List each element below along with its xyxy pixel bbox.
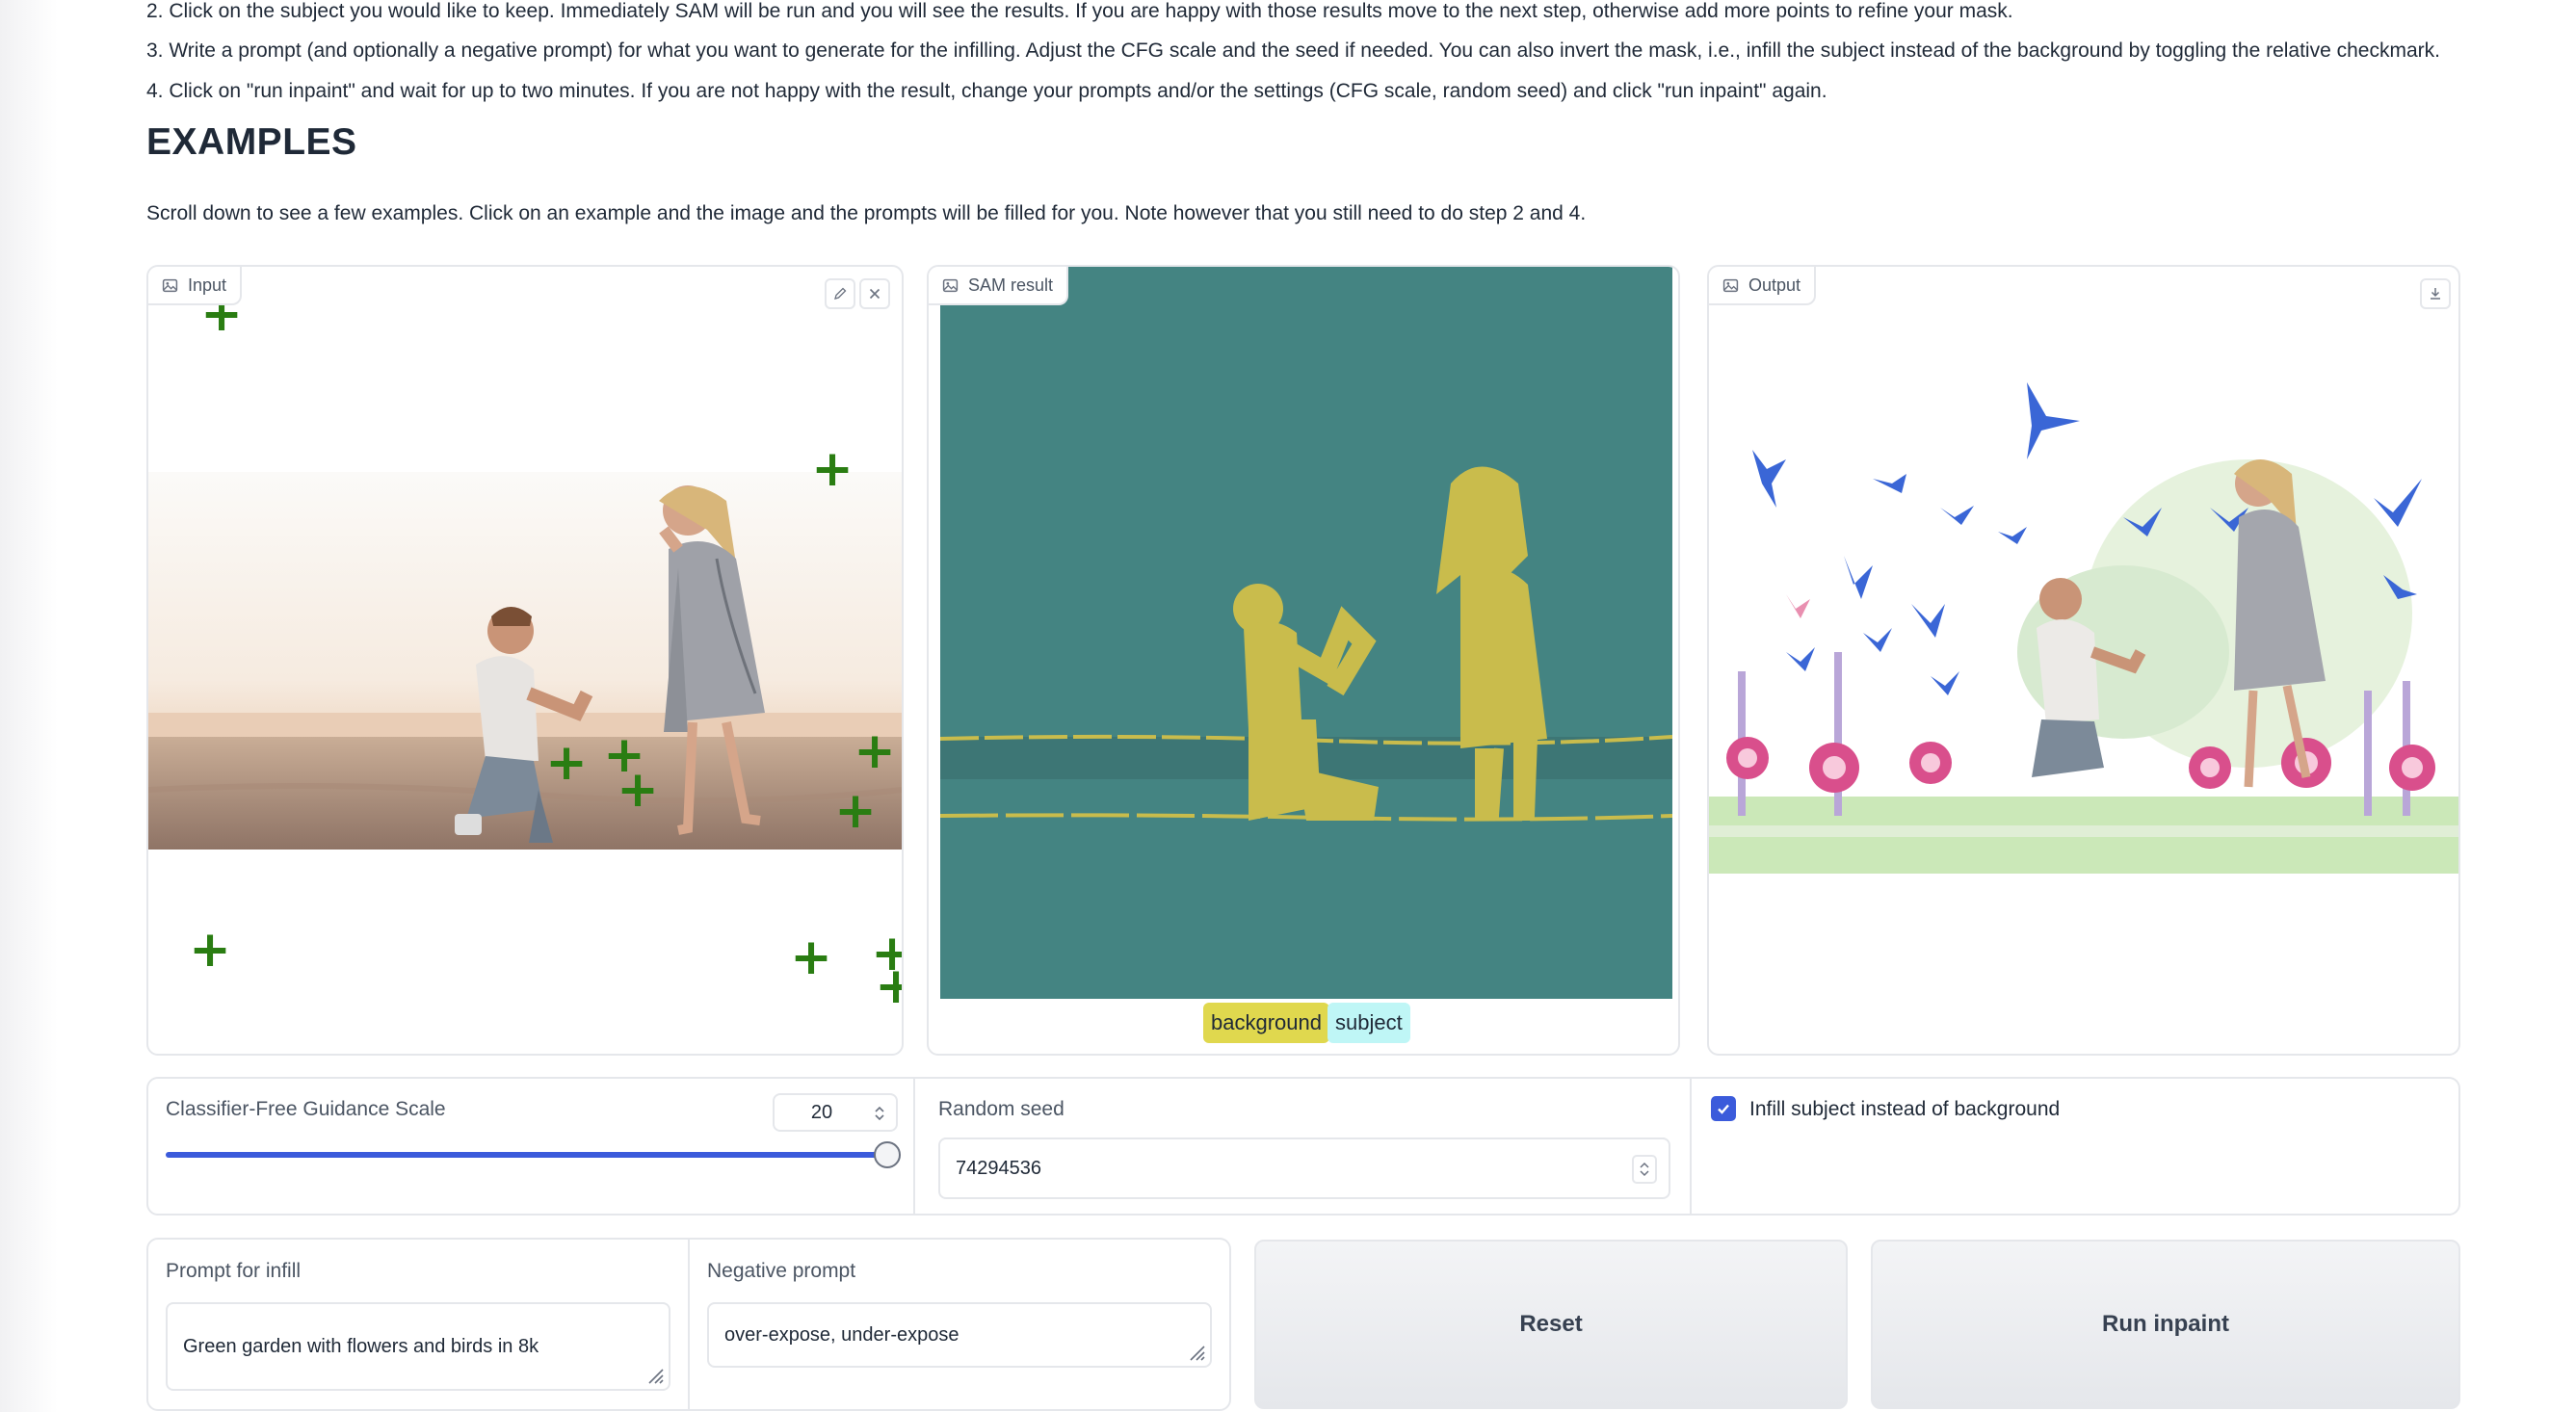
download-icon[interactable] xyxy=(2420,278,2451,309)
instruction-step-3: 3. Write a prompt (and optionally a nega… xyxy=(146,39,2440,62)
stepper-icon[interactable] xyxy=(873,1104,886,1123)
settings-divider xyxy=(913,1079,915,1214)
settings-divider xyxy=(1690,1079,1692,1214)
output-image xyxy=(1709,363,2458,902)
seed-label: Random seed xyxy=(938,1098,1065,1120)
negative-prompt-textarea[interactable]: over-expose, under-expose xyxy=(707,1302,1212,1368)
point-marker[interactable]: + xyxy=(854,726,896,776)
input-label: Input xyxy=(188,275,227,295)
cfg-value: 20 xyxy=(810,1101,833,1123)
image-icon xyxy=(1722,278,1739,292)
cfg-slider-track[interactable] xyxy=(166,1152,886,1158)
sam-label-tag: SAM result xyxy=(929,267,1069,305)
output-label-tag: Output xyxy=(1709,267,1817,305)
point-marker[interactable]: + xyxy=(617,765,659,815)
point-marker[interactable]: + xyxy=(545,738,588,788)
image-icon xyxy=(942,278,959,292)
reset-button[interactable]: Reset xyxy=(1254,1240,1848,1409)
run-inpaint-button[interactable]: Run inpaint xyxy=(1871,1240,2460,1409)
legend-background: background xyxy=(1203,1003,1329,1043)
examples-description: Scroll down to see a few examples. Click… xyxy=(146,202,1587,224)
instruction-step-2: 2. Click on the subject you would like t… xyxy=(146,0,2013,22)
seed-input[interactable]: 74294536 xyxy=(938,1137,1670,1199)
sam-label: SAM result xyxy=(968,275,1054,295)
prompt-label: Prompt for infill xyxy=(166,1260,302,1282)
seed-value: 74294536 xyxy=(956,1157,1041,1179)
prompt-value: Green garden with flowers and birds in 8… xyxy=(183,1335,539,1357)
cfg-label: Classifier-Free Guidance Scale xyxy=(166,1098,446,1120)
stepper-icon[interactable] xyxy=(1632,1155,1657,1184)
prompt-divider xyxy=(688,1240,690,1409)
cfg-number-input[interactable]: 20 xyxy=(773,1093,898,1132)
page-left-shade xyxy=(0,0,58,1412)
input-image-panel[interactable]: Input + + + + + + + + + xyxy=(146,265,904,1056)
point-marker[interactable]: + xyxy=(875,961,902,1011)
close-icon[interactable] xyxy=(859,278,890,309)
resize-handle-icon[interactable] xyxy=(1185,1341,1206,1362)
sam-result-panel: SAM result xyxy=(927,265,1680,1056)
invert-mask-checkbox[interactable] xyxy=(1711,1096,1736,1121)
point-marker[interactable]: + xyxy=(834,786,877,836)
pencil-icon[interactable] xyxy=(825,278,855,309)
point-marker[interactable]: + xyxy=(189,925,231,975)
point-marker[interactable]: + xyxy=(790,932,832,982)
input-photo[interactable] xyxy=(148,472,902,850)
prompt-textarea[interactable]: Green garden with flowers and birds in 8… xyxy=(166,1302,670,1391)
output-label: Output xyxy=(1748,275,1801,295)
input-label-tag: Input xyxy=(148,267,243,305)
invert-mask-label: Infill subject instead of background xyxy=(1749,1098,2061,1120)
legend-subject: subject xyxy=(1327,1003,1410,1043)
negative-prompt-label: Negative prompt xyxy=(707,1260,856,1282)
resize-handle-icon[interactable] xyxy=(644,1364,665,1385)
point-marker[interactable]: + xyxy=(811,444,854,494)
check-icon xyxy=(1718,1104,1729,1114)
sam-mask-image xyxy=(940,267,1672,999)
cfg-slider-handle[interactable] xyxy=(874,1141,901,1168)
negative-prompt-value: over-expose, under-expose xyxy=(724,1323,959,1346)
image-icon xyxy=(162,278,178,292)
examples-heading: EXAMPLES xyxy=(146,121,357,163)
instruction-step-4: 4. Click on "run inpaint" and wait for u… xyxy=(146,80,1827,102)
output-panel: Output xyxy=(1707,265,2460,1056)
